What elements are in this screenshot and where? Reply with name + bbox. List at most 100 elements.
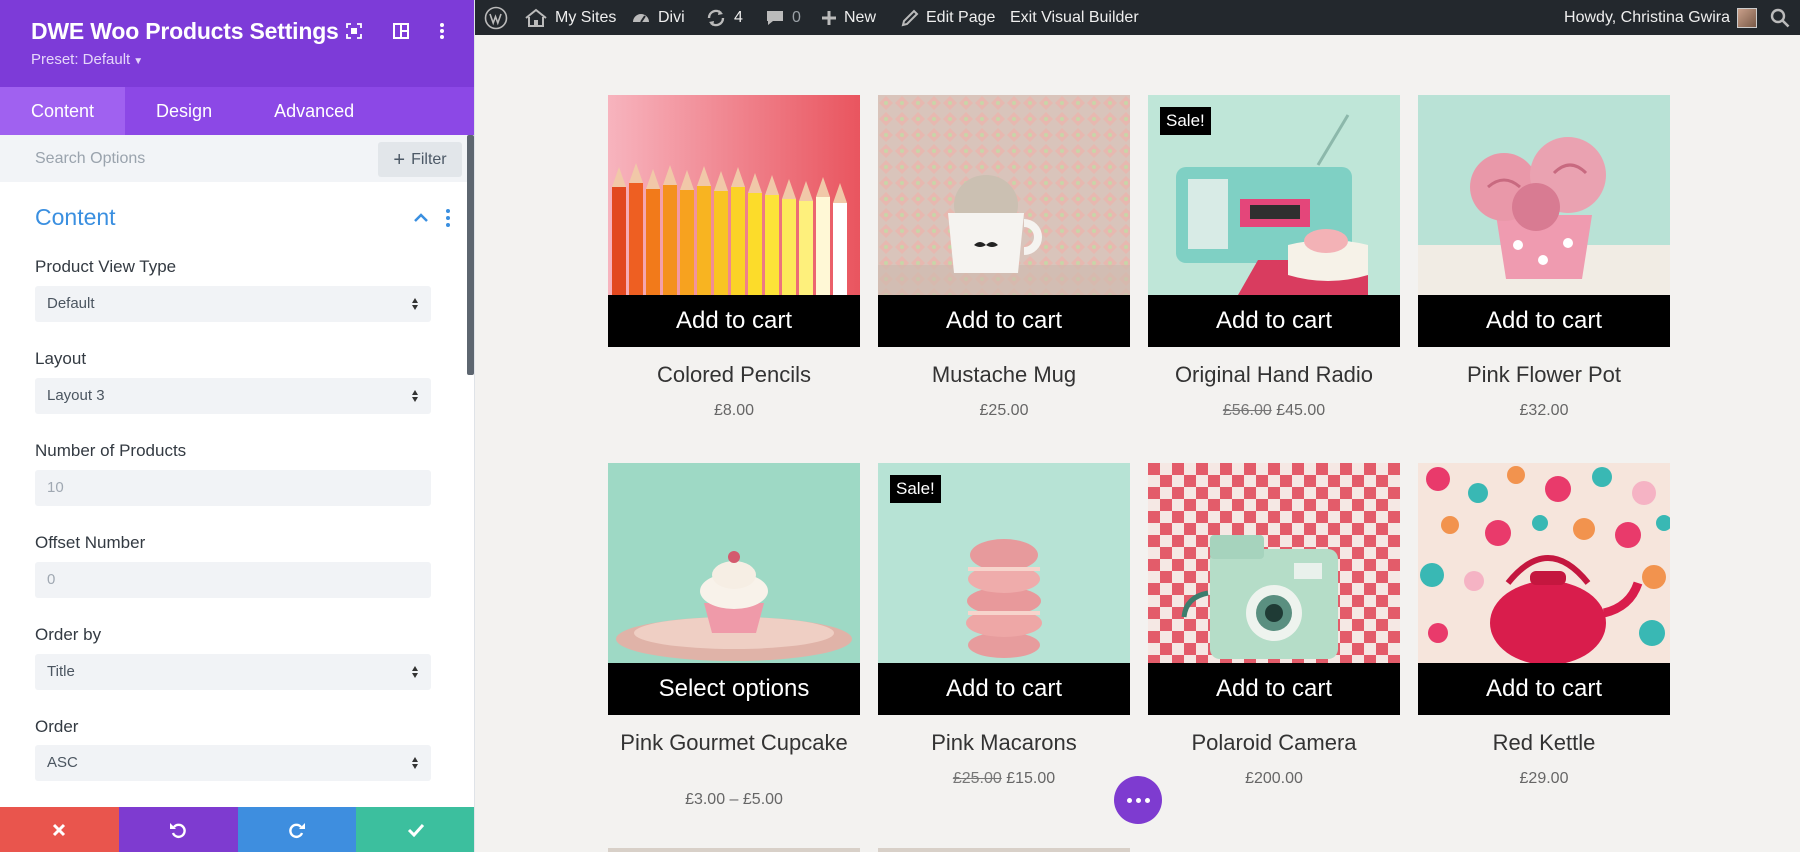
undo-button[interactable] (118, 807, 238, 852)
comments-count: 0 (792, 8, 801, 26)
field-label-layout: Layout (35, 349, 87, 368)
panel-tabs: Content Design Advanced (0, 87, 474, 135)
tab-advanced[interactable]: Advanced (243, 87, 385, 135)
updates-count: 4 (734, 8, 743, 26)
tab-design[interactable]: Design (125, 87, 243, 135)
sale-badge: Sale! (890, 475, 941, 503)
select-arrows-icon (412, 390, 418, 402)
price-range: £3.00 – £5.00 (685, 791, 783, 808)
regular-price: £56.00 (1222, 402, 1272, 419)
next-row-image-edge (878, 848, 1130, 852)
product-title[interactable]: Red Kettle (1408, 732, 1680, 754)
redo-button[interactable] (237, 807, 357, 852)
close-icon (53, 823, 66, 836)
section-title-content[interactable]: Content (35, 204, 116, 231)
order-select[interactable]: ASC (35, 745, 431, 781)
new-label: New (844, 8, 877, 26)
next-row-image-edge (608, 848, 860, 852)
product-title[interactable]: Original Hand Radio (1138, 364, 1410, 386)
field-label-number-of-products: Number of Products (35, 441, 187, 460)
product-view-type-select[interactable]: Default (35, 286, 431, 322)
wp-admin-bar: My Sites Divi 4 0 New Edit Page Exit Vis… (475, 0, 1800, 35)
section-menu-icon[interactable] (442, 208, 454, 228)
product-price: £29.00 (1418, 770, 1670, 788)
select-arrows-icon (412, 666, 418, 678)
preset-selector[interactable]: Preset: Default ▼ (31, 51, 143, 68)
product-image[interactable] (1148, 463, 1400, 663)
add-to-cart-button[interactable]: Add to cart (608, 295, 860, 347)
product-image[interactable] (608, 463, 860, 663)
order-by-select[interactable]: Title (35, 654, 431, 690)
add-to-cart-button[interactable]: Add to cart (1148, 663, 1400, 715)
wordpress-menu[interactable] (484, 0, 508, 35)
add-to-cart-button[interactable]: Add to cart (878, 663, 1130, 715)
panel-title: DWE Woo Products Settings (31, 18, 339, 44)
redo-icon (289, 822, 305, 838)
price: £200.00 (1245, 770, 1303, 787)
add-to-cart-button[interactable]: Add to cart (878, 295, 1130, 347)
panel-header: DWE Woo Products Settings Preset: Defaul… (0, 0, 474, 87)
product-title[interactable]: Pink Gourmet Cupcake (598, 732, 870, 754)
wordpress-logo-icon (484, 6, 508, 29)
page-settings-button[interactable] (1114, 776, 1162, 824)
account-menu[interactable]: Howdy, Christina Gwira (1564, 0, 1757, 35)
my-sites-menu[interactable]: My Sites (524, 0, 616, 35)
edit-page-label: Edit Page (926, 8, 996, 26)
options-search-bar: + Filter (0, 135, 474, 182)
price: £8.00 (713, 402, 755, 419)
select-options-button[interactable]: Select options (608, 663, 860, 715)
layout-select[interactable]: Layout 3 (35, 378, 431, 414)
discard-button[interactable] (0, 807, 119, 852)
product-title[interactable]: Pink Flower Pot (1408, 364, 1680, 386)
exit-visual-builder-link[interactable]: Exit Visual Builder (1010, 0, 1139, 35)
admin-search[interactable] (1770, 0, 1790, 35)
updates-menu[interactable]: 4 (705, 0, 743, 35)
split-view-icon[interactable] (390, 20, 412, 42)
add-to-cart-button[interactable]: Add to cart (1418, 663, 1670, 715)
tab-content[interactable]: Content (0, 87, 126, 135)
search-options-input[interactable] (0, 135, 370, 182)
settings-panel: DWE Woo Products Settings Preset: Defaul… (0, 0, 475, 852)
price: £32.00 (1519, 402, 1569, 419)
search-icon (1770, 8, 1790, 27)
number-of-products-input[interactable]: 10 (35, 470, 431, 506)
product-image[interactable] (1418, 463, 1670, 663)
panel-scrollbar[interactable] (467, 135, 474, 375)
edit-page-link[interactable]: Edit Page (901, 0, 995, 35)
preset-label: Preset: Default (31, 51, 131, 68)
filter-label: Filter (411, 150, 447, 168)
exit-builder-label: Exit Visual Builder (1010, 8, 1139, 26)
select-arrows-icon (412, 757, 418, 769)
product-image[interactable] (608, 95, 860, 295)
select-arrows-icon (412, 298, 418, 310)
product-title[interactable]: Mustache Mug (868, 364, 1140, 386)
product-title[interactable]: Colored Pencils (598, 364, 870, 386)
my-sites-icon (525, 8, 547, 27)
offset-number-input[interactable]: 0 (35, 562, 431, 598)
add-to-cart-button[interactable]: Add to cart (1418, 295, 1670, 347)
product-price: £3.00 – £5.00 (608, 791, 860, 809)
regular-price: £25.00 (952, 770, 1002, 787)
product-image[interactable] (878, 95, 1130, 295)
product-title[interactable]: Polaroid Camera (1138, 732, 1410, 754)
chevron-up-icon[interactable] (411, 210, 431, 226)
checkmark-icon (407, 823, 424, 837)
expand-icon[interactable] (343, 20, 365, 42)
price: £25.00 (979, 402, 1029, 419)
product-title[interactable]: Pink Macarons (868, 732, 1140, 754)
field-label-offset-number: Offset Number (35, 533, 146, 552)
caret-down-icon: ▼ (133, 56, 144, 67)
select-value: Title (47, 663, 75, 680)
plus-icon (822, 10, 836, 25)
comments-menu[interactable]: 0 (765, 0, 801, 35)
price: £29.00 (1519, 770, 1569, 787)
divi-menu[interactable]: Divi (631, 0, 685, 35)
product-price: £25.00 £15.00 (878, 770, 1130, 788)
more-options-icon[interactable] (431, 20, 453, 42)
filter-button[interactable]: + Filter (378, 142, 462, 177)
add-to-cart-button[interactable]: Add to cart (1148, 295, 1400, 347)
save-button[interactable] (356, 807, 474, 852)
product-image[interactable] (1418, 95, 1670, 295)
sale-price: £15.00 (1006, 770, 1056, 787)
new-content-menu[interactable]: New (821, 0, 876, 35)
